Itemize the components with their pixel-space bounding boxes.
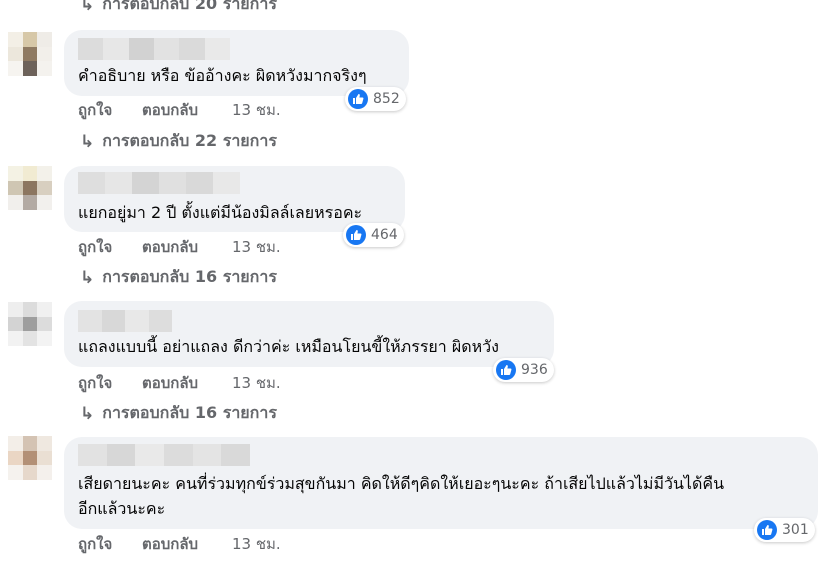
comment-actions: ถูกใจ ตอบกลับ 13 ชม. [78, 98, 281, 122]
like-button[interactable]: ถูกใจ [78, 235, 142, 259]
like-button[interactable]: ถูกใจ [78, 371, 142, 395]
avatar[interactable] [8, 302, 52, 346]
replies-label: การตอบกลับ 16 รายการ [102, 267, 277, 286]
reaction-count-value: 852 [373, 91, 400, 107]
author-name-blurred[interactable] [78, 444, 251, 466]
avatar[interactable] [8, 166, 52, 210]
avatar[interactable] [8, 32, 52, 76]
like-reaction-icon [346, 225, 366, 245]
like-reaction-icon [348, 89, 368, 109]
replies-label: การตอบกลับ 16 รายการ [102, 403, 277, 422]
author-name-blurred[interactable] [78, 310, 172, 332]
replies-label: การตอบกลับ 22 รายการ [102, 131, 277, 150]
comment-actions: ถูกใจ ตอบกลับ 13 ชม. [78, 532, 281, 556]
like-reaction-icon [757, 520, 777, 540]
reaction-count[interactable]: 936 [493, 358, 554, 382]
comment-text: เสียดายนะคะ คนที่ร่วมทุกข์ร่วมสุขกันมา ค… [78, 474, 724, 493]
reply-arrow-icon: ↳ [80, 131, 95, 152]
reply-arrow-icon: ↳ [80, 267, 95, 288]
view-replies-link[interactable]: ↳ การตอบกลับ 16 รายการ [80, 265, 277, 290]
view-replies-link[interactable]: ↳ การตอบกลับ 22 รายการ [80, 129, 277, 154]
comment-actions: ถูกใจ ตอบกลับ 13 ชม. [78, 235, 281, 259]
reaction-count-value: 464 [371, 227, 398, 243]
author-name-blurred[interactable] [78, 172, 240, 194]
reaction-count[interactable]: 464 [343, 223, 404, 247]
timestamp[interactable]: 13 ชม. [232, 235, 281, 259]
reply-button[interactable]: ตอบกลับ [142, 235, 232, 259]
reply-button[interactable]: ตอบกลับ [142, 532, 232, 556]
comment-text: คำอธิบาย หรือ ข้ออ้างคะ ผิดหวังมากจริงๆ [78, 66, 367, 85]
like-button[interactable]: ถูกใจ [78, 98, 142, 122]
reaction-count-value: 936 [521, 362, 548, 378]
reply-arrow-icon: ↳ [80, 403, 95, 424]
like-button[interactable]: ถูกใจ [78, 532, 142, 556]
comment-actions: ถูกใจ ตอบกลับ 13 ชม. [78, 371, 281, 395]
reaction-count[interactable]: 852 [345, 87, 406, 111]
comment-text: แถลงแบบนี้ อย่าแถลง ดีกว่าค่ะ เหมือนโยนข… [78, 337, 499, 356]
comment-text-continued: อีกแล้วนะคะ [78, 499, 166, 518]
view-replies-link[interactable]: ↳ การตอบกลับ 16 รายการ [80, 401, 277, 426]
like-reaction-icon [496, 360, 516, 380]
timestamp[interactable]: 13 ชม. [232, 371, 281, 395]
view-replies-link[interactable]: ↳ การตอบกลับ 20 รายการ [80, 0, 277, 17]
avatar[interactable] [8, 436, 52, 480]
replies-label: การตอบกลับ 20 รายการ [102, 0, 277, 13]
timestamp[interactable]: 13 ชม. [232, 532, 281, 556]
timestamp[interactable]: 13 ชม. [232, 98, 281, 122]
reply-arrow-icon: ↳ [80, 0, 95, 15]
reply-button[interactable]: ตอบกลับ [142, 371, 232, 395]
author-name-blurred[interactable] [78, 38, 230, 60]
reaction-count[interactable]: 301 [754, 518, 815, 542]
reply-button[interactable]: ตอบกลับ [142, 98, 232, 122]
comment-text: แยกอยู่มา 2 ปี ตั้งแต่มีน้องมิลล์เลยหรอค… [78, 203, 363, 222]
reaction-count-value: 301 [782, 522, 809, 538]
